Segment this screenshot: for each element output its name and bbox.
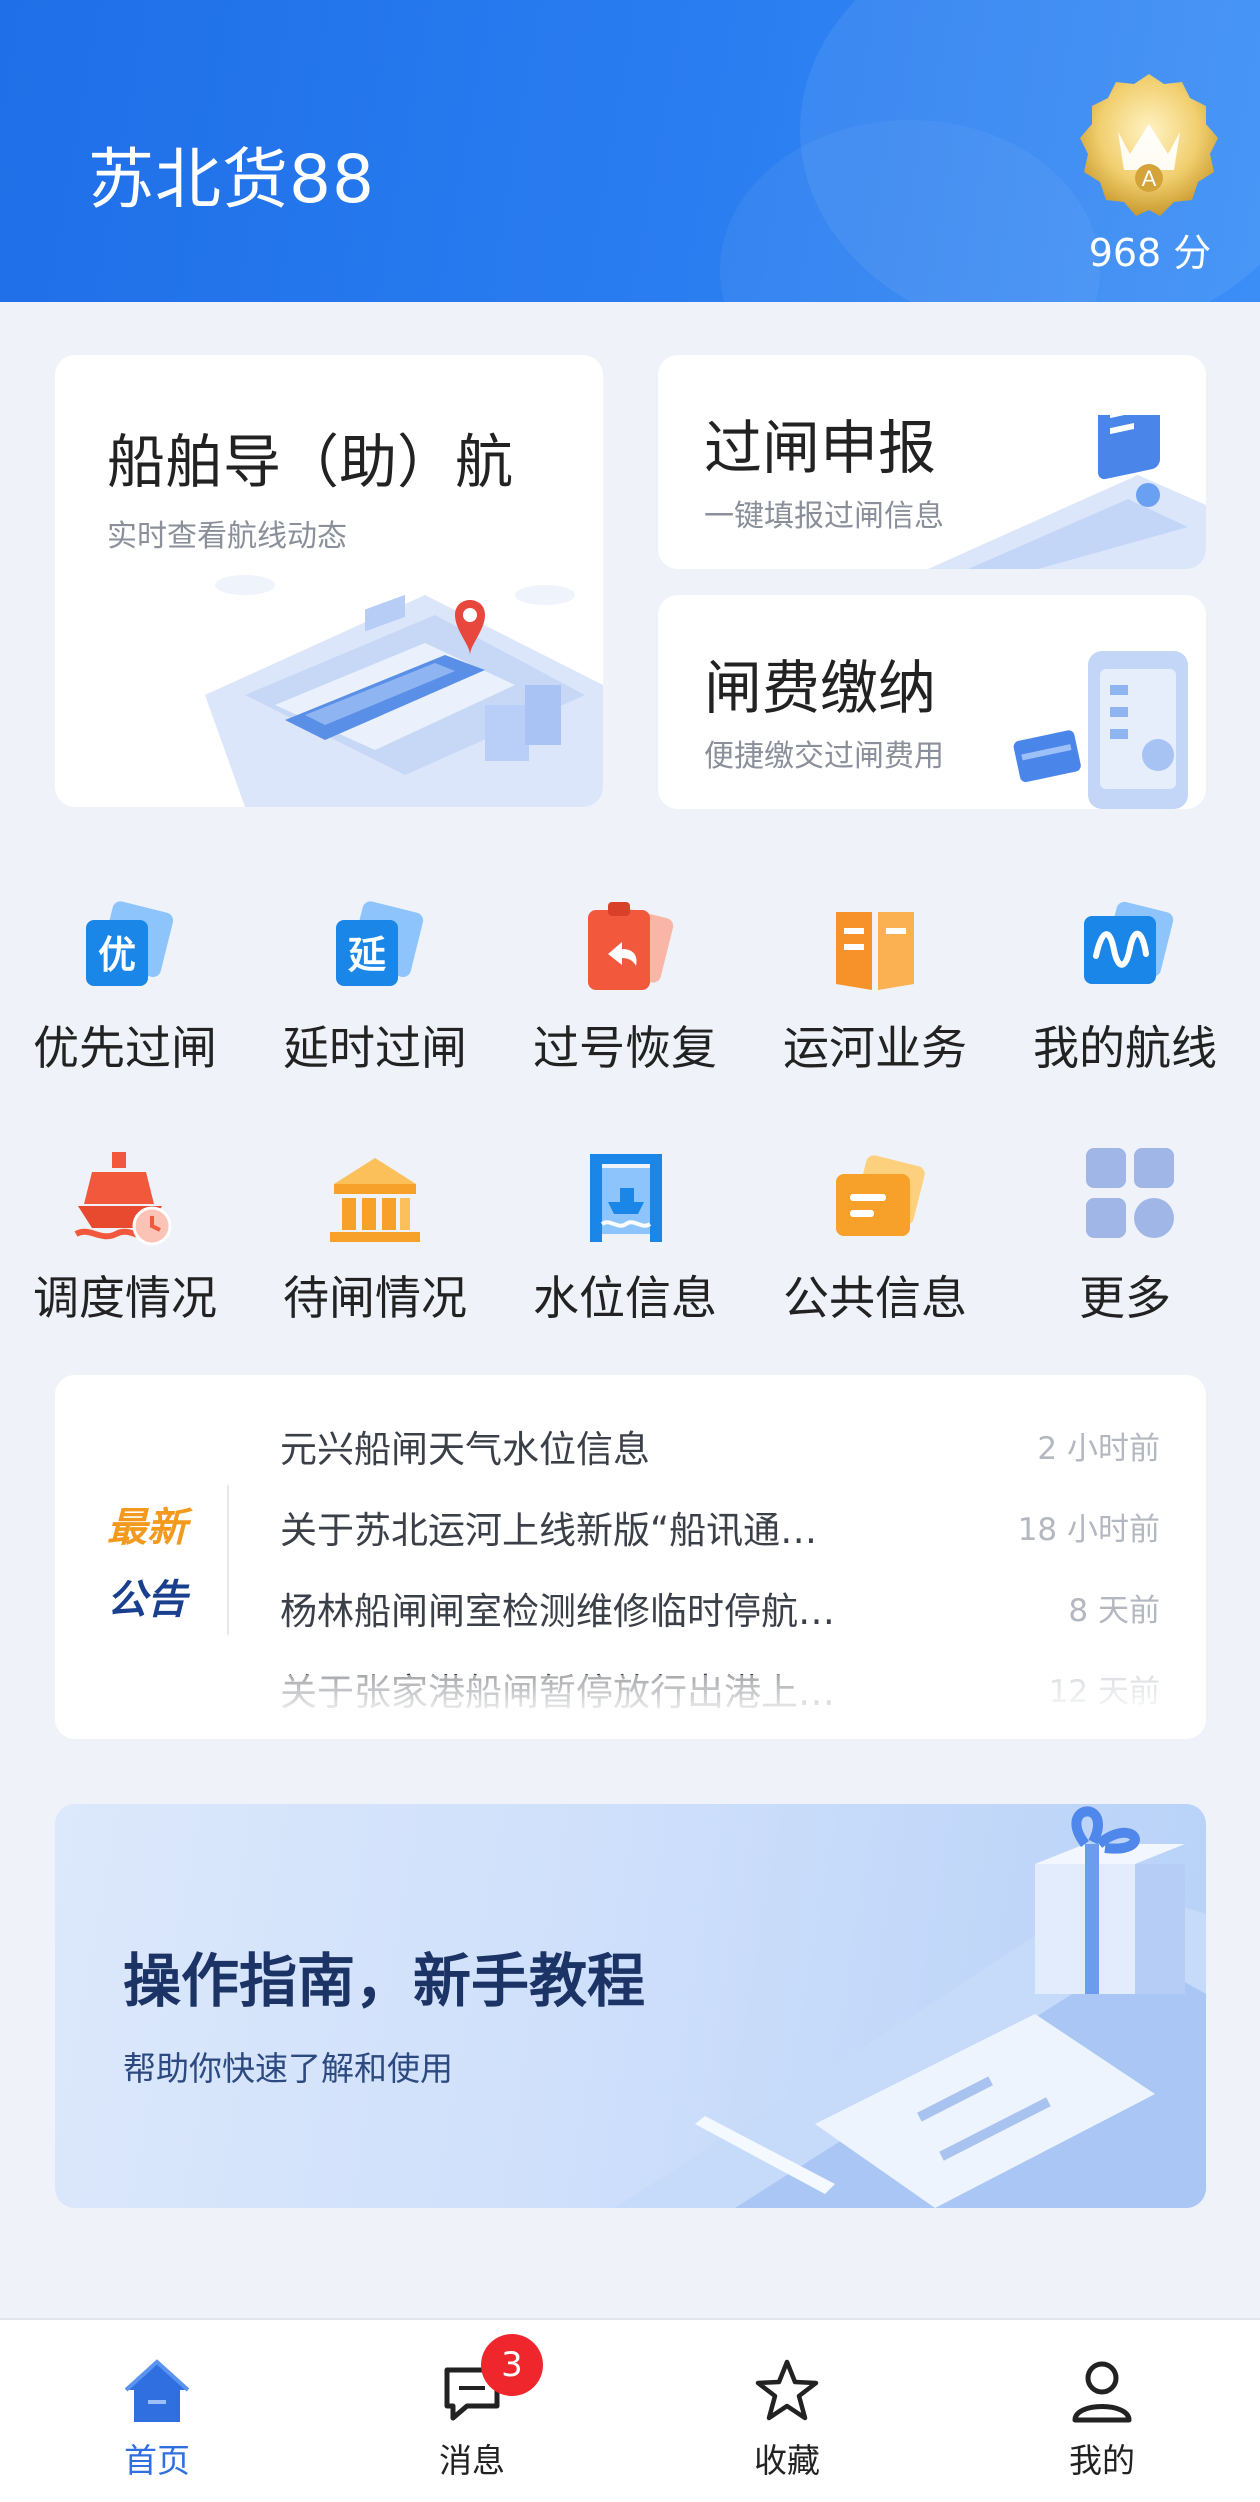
- grid-label: 我的航线: [1033, 1021, 1217, 1075]
- number-restore-button[interactable]: 过号恢复: [500, 898, 750, 1078]
- unread-count-badge: 3: [481, 2334, 543, 2396]
- tab-favorites[interactable]: 收藏: [697, 2356, 877, 2482]
- announcement-title: 杨林船闸闸室检测维修临时停航…: [280, 1590, 835, 1633]
- water-level-icon: [570, 1148, 680, 1248]
- tab-messages[interactable]: 3 消息: [382, 2334, 562, 2482]
- divider: [227, 1485, 229, 1635]
- tutorial-banner[interactable]: 操作指南，新手教程 帮助你快速了解和使用: [55, 1804, 1206, 2208]
- canal-business-button[interactable]: 运河业务: [750, 898, 1000, 1078]
- lock-fee-payment-card[interactable]: 闸费缴纳 便捷缴交过闸费用: [658, 595, 1206, 809]
- home-icon: [122, 2356, 192, 2426]
- user-icon: [1067, 2356, 1137, 2426]
- card-title: 闸费缴纳: [704, 654, 937, 722]
- announcement-panel: 最新 公告 元兴船闸天气水位信息 2 小时前 关于苏北运河上线新版“船讯通… 1…: [55, 1375, 1206, 1739]
- latest-announcement-logo: 最新 公告: [107, 1495, 217, 1625]
- lock-declaration-card[interactable]: 过闸申报 一键填报过闸信息: [658, 355, 1206, 569]
- tab-mine[interactable]: 我的: [1012, 2356, 1192, 2482]
- grid-label: 公共信息: [783, 1271, 967, 1325]
- card-title: 过闸申报: [704, 414, 937, 482]
- tab-home[interactable]: 首页: [67, 2356, 247, 2482]
- scroll-fade: [55, 1675, 1206, 1739]
- grid-label: 优先过闸: [33, 1021, 217, 1075]
- tab-label: 收藏: [754, 2441, 820, 2480]
- more-button[interactable]: 更多: [1000, 1148, 1250, 1328]
- waiting-lock-icon: [320, 1148, 430, 1248]
- banner-title: 操作指南，新手教程: [123, 1947, 646, 2015]
- grid-label: 延时过闸: [283, 1021, 467, 1075]
- priority-lock-button[interactable]: 优 优先过闸: [0, 898, 250, 1078]
- announcement-item[interactable]: 杨林船闸闸室检测维修临时停航… 8 天前: [280, 1581, 1160, 1641]
- water-level-button[interactable]: 水位信息: [500, 1148, 750, 1328]
- grid-label: 过号恢复: [533, 1021, 717, 1075]
- announcement-item[interactable]: 关于苏北运河上线新版“船讯通… 18 小时前: [280, 1500, 1160, 1560]
- star-icon: [752, 2356, 822, 2426]
- my-route-icon: [1070, 898, 1180, 998]
- logo-line: 公告: [107, 1577, 187, 1623]
- announcement-item[interactable]: 元兴船闸天气水位信息 2 小时前: [280, 1419, 1160, 1479]
- announcement-time: 8 天前: [1068, 1593, 1160, 1629]
- ship-navigation-card[interactable]: 船舶导（助）航 实时查看航线动态: [55, 355, 603, 807]
- card-title: 船舶导（助）航: [107, 428, 514, 496]
- form-document-icon: [928, 415, 1206, 569]
- header: 苏北货88: [0, 0, 1260, 302]
- grid-label: 调度情况: [33, 1271, 217, 1325]
- tab-label: 消息: [439, 2441, 505, 2480]
- dispatch-icon: [70, 1148, 180, 1248]
- level-badge-icon[interactable]: A: [1072, 70, 1226, 220]
- public-info-button[interactable]: 公共信息: [750, 1148, 1000, 1328]
- gift-box-illustration-icon: [615, 1806, 1206, 2208]
- score-text: 968 分: [1088, 231, 1212, 275]
- canal-business-icon: [820, 898, 930, 998]
- grid-label: 运河业务: [783, 1021, 967, 1075]
- svg-text:A: A: [1142, 166, 1157, 191]
- delay-icon: 延: [320, 898, 430, 998]
- grid-label: 水位信息: [533, 1271, 717, 1325]
- waiting-lock-button[interactable]: 待闸情况: [250, 1148, 500, 1328]
- tab-label: 首页: [124, 2441, 190, 2480]
- grid-label: 待闸情况: [283, 1271, 467, 1325]
- dispatch-status-button[interactable]: 调度情况: [0, 1148, 250, 1328]
- more-grid-icon: [1070, 1148, 1180, 1248]
- delay-lock-button[interactable]: 延 延时过闸: [250, 898, 500, 1078]
- payment-phone-icon: [1013, 651, 1188, 809]
- public-info-icon: [820, 1148, 930, 1248]
- announcement-title: 关于苏北运河上线新版“船讯通…: [280, 1509, 818, 1552]
- ship-name: 苏北货88: [88, 141, 375, 218]
- ship-illustration-icon: [205, 575, 603, 807]
- banner-subtitle: 帮助你快速了解和使用: [123, 2049, 453, 2088]
- announcement-time: 2 小时前: [1037, 1431, 1160, 1467]
- restore-icon: [570, 898, 680, 998]
- my-route-button[interactable]: 我的航线: [1000, 898, 1250, 1078]
- logo-line: 最新: [107, 1505, 187, 1551]
- message-icon: 3: [437, 2334, 543, 2426]
- card-subtitle: 便捷缴交过闸费用: [704, 739, 944, 774]
- card-subtitle: 实时查看航线动态: [107, 519, 347, 554]
- announcement-time: 18 小时前: [1017, 1512, 1160, 1548]
- tab-label: 我的: [1069, 2441, 1135, 2480]
- svg-text:优: 优: [98, 933, 136, 977]
- grid-label: 更多: [1079, 1271, 1171, 1325]
- svg-text:延: 延: [348, 933, 386, 977]
- announcement-title: 元兴船闸天气水位信息: [280, 1428, 650, 1471]
- priority-icon: 优: [70, 898, 180, 998]
- bottom-tab-bar: 首页 3 消息 收藏 我的: [0, 2318, 1260, 2502]
